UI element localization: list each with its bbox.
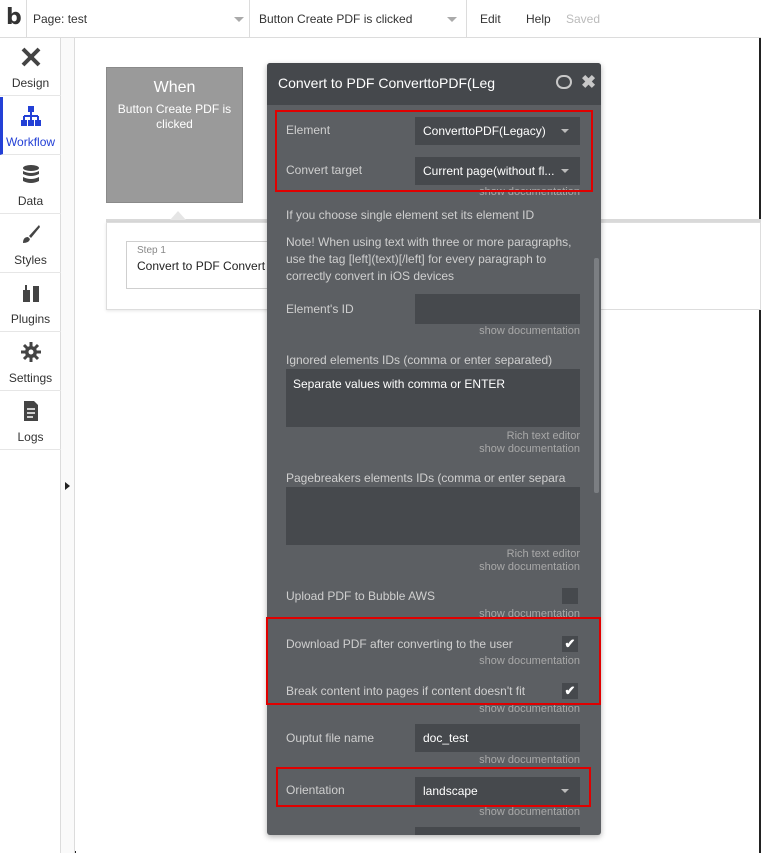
download-pdf-checkbox[interactable]: ✔ bbox=[562, 636, 578, 652]
divider bbox=[249, 0, 250, 38]
sidebar-item-design[interactable]: Design bbox=[0, 38, 61, 96]
pagebreakers-label: Pagebreakers elements IDs (comma or ente… bbox=[286, 471, 566, 485]
event-when-title: When bbox=[153, 79, 196, 96]
collapse-strip bbox=[61, 38, 75, 853]
ios-note: Note! When using text with three or more… bbox=[286, 235, 572, 283]
break-pages-checkbox[interactable]: ✔ bbox=[562, 683, 578, 699]
convert-target-dropdown[interactable]: Current page(without fl... bbox=[415, 157, 580, 185]
pagebreakers-input[interactable] bbox=[286, 487, 580, 545]
show-documentation-link[interactable]: show documentation bbox=[479, 806, 580, 818]
document-icon bbox=[24, 401, 38, 421]
element-id-label: Element's ID bbox=[286, 302, 354, 316]
next-field-input[interactable] bbox=[415, 827, 580, 835]
sidebar-item-data[interactable]: Data bbox=[0, 156, 61, 214]
ignored-ids-input[interactable]: Separate values with comma or ENTER bbox=[286, 369, 580, 427]
ignored-ids-label: Ignored elements IDs (comma or enter sep… bbox=[286, 353, 553, 367]
sidebar-item-label: Settings bbox=[8, 371, 53, 385]
element-dropdown[interactable]: ConverttoPDF(Legacy) bbox=[415, 117, 580, 145]
chevron-down-icon bbox=[561, 789, 569, 793]
step-pointer bbox=[170, 211, 186, 220]
plugin-icon bbox=[23, 285, 39, 302]
break-pages-label: Break content into pages if content does… bbox=[286, 684, 526, 698]
sidebar-item-settings[interactable]: Settings bbox=[0, 333, 61, 391]
rich-text-editor-link[interactable]: Rich text editor bbox=[507, 430, 580, 442]
ignored-ids-placeholder: Separate values with comma or ENTER bbox=[293, 377, 506, 391]
sidebar-item-label: Styles bbox=[14, 253, 47, 267]
rich-text-editor-link[interactable]: Rich text editor bbox=[507, 548, 580, 560]
event-description: Button Create PDF is clicked bbox=[117, 102, 232, 131]
sidebar-item-styles[interactable]: Styles bbox=[0, 215, 61, 273]
element-label: Element bbox=[286, 123, 331, 137]
orientation-label: Orientation bbox=[286, 783, 345, 797]
sidebar-item-label: Logs bbox=[17, 430, 44, 444]
upload-aws-checkbox[interactable] bbox=[562, 588, 578, 604]
comment-icon[interactable] bbox=[556, 75, 572, 89]
sidebar-item-label: Data bbox=[17, 194, 44, 208]
sidebar-item-workflow[interactable]: Workflow bbox=[0, 97, 61, 155]
edit-menu[interactable]: Edit bbox=[480, 0, 501, 38]
page-dropdown-icon[interactable] bbox=[234, 17, 244, 22]
step-number: Step 1 bbox=[137, 245, 166, 256]
convert-target-label: Convert target bbox=[286, 163, 363, 177]
show-documentation-link[interactable]: show documentation bbox=[479, 561, 580, 573]
orientation-dropdown[interactable]: landscape bbox=[415, 777, 580, 805]
download-pdf-label: Download PDF after converting to the use… bbox=[286, 637, 513, 651]
filename-input[interactable]: doc_test bbox=[415, 724, 580, 752]
show-documentation-link[interactable]: show documentation bbox=[479, 186, 580, 198]
show-documentation-link[interactable]: show documentation bbox=[479, 325, 580, 337]
sidebar-item-logs[interactable]: Logs bbox=[0, 392, 61, 450]
show-documentation-link[interactable]: show documentation bbox=[479, 703, 580, 715]
event-dropdown-icon[interactable] bbox=[447, 17, 457, 22]
chevron-down-icon bbox=[561, 169, 569, 173]
upload-aws-label: Upload PDF to Bubble AWS bbox=[286, 589, 435, 603]
show-documentation-link[interactable]: show documentation bbox=[479, 608, 580, 620]
sidebar-item-plugins[interactable]: Plugins bbox=[0, 274, 61, 332]
filename-label: Ouptut file name bbox=[286, 731, 375, 745]
saved-status: Saved bbox=[566, 12, 601, 26]
workflow-icon bbox=[21, 106, 41, 126]
help-menu[interactable]: Help bbox=[526, 0, 551, 38]
chevron-down-icon bbox=[561, 129, 569, 133]
top-bar: b Page: test Button Create PDF is clicke… bbox=[0, 0, 761, 38]
sidebar-item-label: Plugins bbox=[10, 312, 51, 326]
sidebar-item-label: Design bbox=[11, 76, 50, 90]
event-card[interactable]: When Button Create PDF is clicked bbox=[106, 67, 243, 203]
steps-container-right bbox=[600, 222, 761, 310]
show-documentation-link[interactable]: show documentation bbox=[479, 443, 580, 455]
step-name: Convert to PDF Convert bbox=[137, 259, 266, 273]
show-documentation-link[interactable]: show documentation bbox=[479, 655, 580, 667]
element-id-input[interactable] bbox=[415, 294, 580, 324]
panel-header[interactable]: Convert to PDF ConverttoPDF(Leg ✖ bbox=[267, 63, 601, 105]
event-selector[interactable]: Button Create PDF is clicked bbox=[259, 0, 412, 38]
bubble-logo-icon[interactable]: b bbox=[6, 6, 28, 30]
sidebar-item-label: Workflow bbox=[5, 135, 56, 149]
action-property-editor: Convert to PDF ConverttoPDF(Leg ✖ Elemen… bbox=[267, 63, 601, 835]
single-element-note: If you choose single element set its ele… bbox=[286, 208, 535, 222]
divider bbox=[466, 0, 467, 38]
design-icon bbox=[21, 47, 41, 67]
gear-icon bbox=[21, 342, 41, 362]
panel-scrollbar[interactable] bbox=[594, 258, 599, 493]
brush-icon bbox=[23, 225, 40, 243]
sidebar: Design Workflow Data Styles Plugins Sett… bbox=[0, 38, 61, 853]
page-selector[interactable]: Page: test bbox=[33, 0, 87, 38]
expand-arrow-icon[interactable] bbox=[65, 482, 70, 490]
step-card[interactable]: Step 1 Convert to PDF Convert bbox=[126, 241, 276, 289]
panel-title: Convert to PDF ConverttoPDF(Leg bbox=[278, 75, 496, 91]
database-icon bbox=[23, 165, 39, 183]
divider bbox=[26, 0, 27, 38]
show-documentation-link[interactable]: show documentation bbox=[479, 754, 580, 766]
close-icon[interactable]: ✖ bbox=[581, 71, 596, 93]
